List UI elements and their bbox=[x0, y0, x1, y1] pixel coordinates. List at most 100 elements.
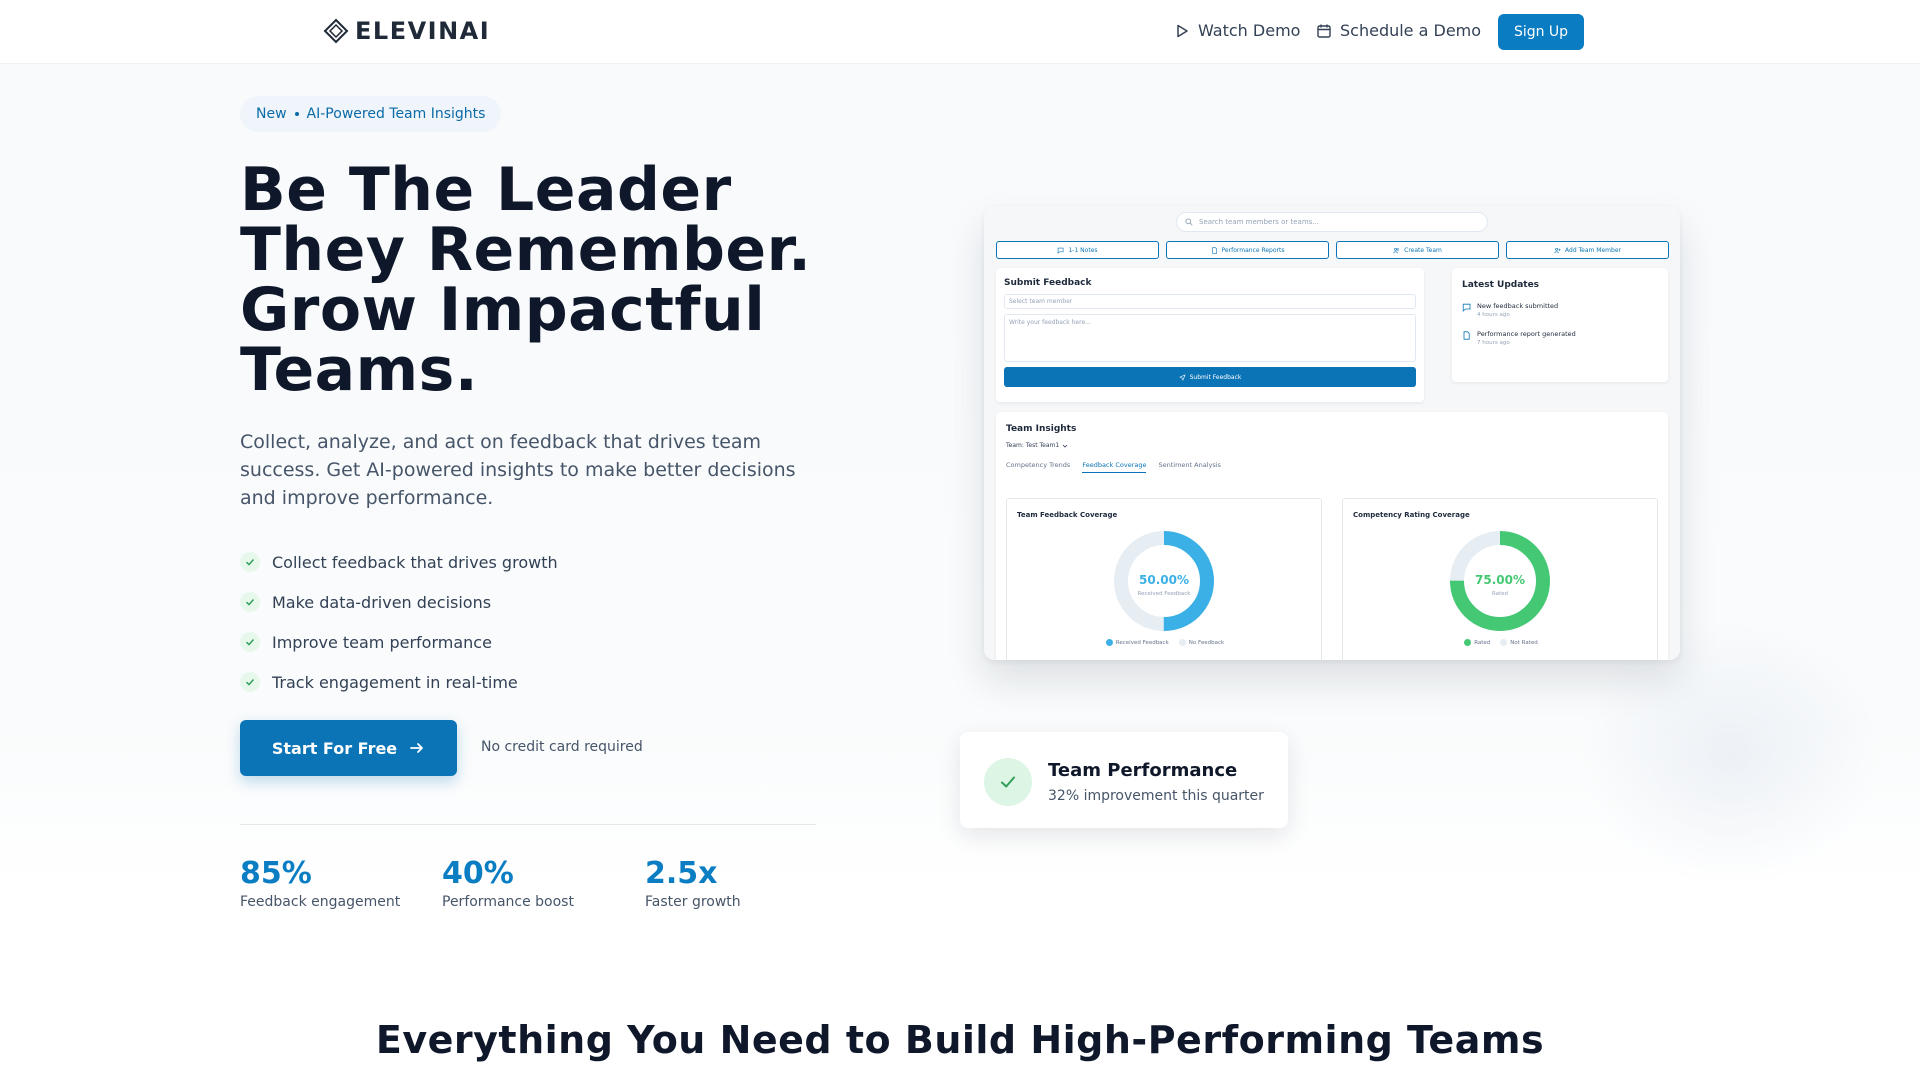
mock-chart-title: Team Feedback Coverage bbox=[1017, 511, 1118, 519]
legend-dot bbox=[1500, 639, 1508, 646]
mock-action-notes: 1-1 Notes bbox=[996, 241, 1159, 259]
feature-text: Collect feedback that drives growth bbox=[272, 552, 558, 572]
check-icon bbox=[240, 552, 260, 572]
mock-action-create-team: Create Team bbox=[1336, 241, 1499, 259]
mock-competency-coverage-chart: Competency Rating Coverage 75.00% Rated … bbox=[1342, 498, 1658, 660]
headline-line: Teams. bbox=[240, 335, 479, 405]
stat-label: Faster growth bbox=[645, 894, 741, 910]
mock-update-item: New feedback submitted 4 hours ago bbox=[1462, 302, 1658, 318]
mock-submit-label: Submit Feedback bbox=[1189, 373, 1242, 381]
mock-tab-active: Feedback Coverage bbox=[1082, 461, 1147, 473]
brand-logo[interactable]: ELEVINAI bbox=[323, 17, 490, 45]
brand-name: ELEVINAI bbox=[355, 17, 491, 45]
legend-item: Rated bbox=[1464, 639, 1490, 646]
features-section-title: Everything You Need to Build High-Perfor… bbox=[375, 1018, 1545, 1062]
legend-dot bbox=[1464, 639, 1472, 646]
legend-label: No Feedback bbox=[1188, 639, 1225, 646]
check-icon bbox=[240, 632, 260, 652]
mock-action-label: Add Team Member bbox=[1565, 246, 1621, 254]
stat-growth: 2.5x Faster growth bbox=[645, 856, 741, 910]
donut-sub-label: Received Feedback bbox=[1137, 591, 1191, 597]
mock-member-select: Select team member bbox=[1004, 294, 1416, 309]
team-performance-subtitle: 32% improvement this quarter bbox=[1048, 788, 1264, 804]
mock-latest-updates-card: Latest Updates New feedback submitted 4 … bbox=[1452, 268, 1668, 382]
sign-up-button[interactable]: Sign Up bbox=[1498, 14, 1584, 50]
mock-tab: Sentiment Analysis bbox=[1158, 461, 1221, 469]
mock-feedback-coverage-chart: Team Feedback Coverage 50.00% Received F… bbox=[1006, 498, 1322, 660]
check-icon bbox=[240, 672, 260, 692]
mock-card-title: Latest Updates bbox=[1462, 280, 1540, 290]
legend-item: No Feedback bbox=[1178, 639, 1225, 646]
stats-divider bbox=[240, 824, 816, 825]
hero-headline: Be The Leader They Remember. Grow Impact… bbox=[240, 160, 860, 400]
mock-search-bar: Search team members or teams... bbox=[1176, 212, 1488, 232]
mock-team-select: Team: Test Team1 bbox=[1006, 442, 1658, 449]
send-icon bbox=[1179, 374, 1186, 380]
mock-action-label: Create Team bbox=[1404, 246, 1442, 254]
mock-action-reports: Performance Reports bbox=[1166, 241, 1329, 259]
mock-team-select-label: Team: Test Team1 bbox=[1006, 442, 1060, 449]
badge-new-label: New bbox=[256, 106, 287, 122]
headline-line: Be The Leader bbox=[240, 155, 732, 225]
mock-submit-button: Submit Feedback bbox=[1004, 367, 1416, 387]
play-icon bbox=[1177, 24, 1188, 37]
stat-label: Performance boost bbox=[442, 894, 574, 910]
team-performance-title: Team Performance bbox=[1048, 760, 1238, 781]
badge-text: AI-Powered Team Insights bbox=[306, 106, 486, 122]
donut-legend: Received Feedback No Feedback bbox=[1007, 639, 1323, 646]
mock-team-insights-card: Team Insights Team: Test Team1 Competenc… bbox=[996, 412, 1668, 660]
check-icon bbox=[984, 758, 1032, 806]
legend-dot bbox=[1105, 639, 1113, 646]
badge-separator-dot bbox=[294, 112, 299, 116]
cta-label: Start For Free bbox=[271, 738, 398, 758]
feature-item: Improve team performance bbox=[240, 622, 558, 662]
stat-value: 40% bbox=[442, 856, 514, 891]
headline-line: Grow Impactful bbox=[240, 275, 766, 345]
schedule-demo-label: Schedule a Demo bbox=[1340, 21, 1482, 40]
feature-item: Track engagement in real-time bbox=[240, 662, 558, 702]
mock-action-add-member: Add Team Member bbox=[1506, 241, 1669, 259]
legend-label: Rated bbox=[1474, 639, 1491, 646]
mock-search-placeholder: Search team members or teams... bbox=[1199, 218, 1319, 226]
user-plus-icon bbox=[1554, 247, 1561, 253]
start-for-free-button[interactable]: Start For Free bbox=[240, 720, 457, 776]
legend-item: Received Feedback bbox=[1105, 639, 1169, 646]
message-icon bbox=[1058, 247, 1064, 254]
feature-list: Collect feedback that drives growth Make… bbox=[240, 542, 558, 702]
users-icon bbox=[1393, 247, 1400, 253]
chevron-down-icon bbox=[1062, 444, 1068, 448]
file-icon bbox=[1463, 331, 1470, 340]
donut-value-label: 50.00% bbox=[1139, 573, 1189, 587]
stat-performance: 40% Performance boost bbox=[442, 856, 574, 910]
mock-submit-feedback-card: Submit Feedback Select team member Write… bbox=[996, 268, 1424, 402]
watch-demo-link[interactable]: Watch Demo bbox=[1174, 21, 1300, 40]
top-nav: ELEVINAI Watch Demo Schedule a Demo Sign… bbox=[0, 0, 1920, 64]
mock-card-title: Team Insights bbox=[1006, 424, 1077, 434]
diamond-logo-icon bbox=[323, 18, 349, 44]
donut-value-label: 75.00% bbox=[1475, 573, 1525, 587]
feature-item: Make data-driven decisions bbox=[240, 582, 558, 622]
stat-value: 2.5x bbox=[645, 856, 718, 891]
search-icon bbox=[1185, 218, 1193, 226]
mock-update-title: Performance report generated bbox=[1477, 330, 1576, 338]
mock-action-label: Performance Reports bbox=[1221, 246, 1285, 254]
stat-label: Feedback engagement bbox=[240, 894, 401, 910]
schedule-demo-link[interactable]: Schedule a Demo bbox=[1316, 21, 1481, 40]
watch-demo-label: Watch Demo bbox=[1198, 21, 1301, 40]
headline-line: They Remember. bbox=[240, 215, 812, 285]
no-credit-card-note: No credit card required bbox=[481, 739, 643, 755]
legend-label: Received Feedback bbox=[1115, 639, 1169, 646]
mock-action-label: 1-1 Notes bbox=[1068, 246, 1098, 254]
legend-item: Not Rated bbox=[1500, 639, 1538, 646]
message-icon bbox=[1462, 303, 1471, 312]
mock-action-bar: 1-1 Notes Performance Reports Create Tea… bbox=[996, 241, 1669, 259]
stat-engagement: 85% Feedback engagement bbox=[240, 856, 400, 910]
donut-sub-label: Rated bbox=[1491, 591, 1509, 597]
donut-legend: Rated Not Rated bbox=[1343, 639, 1659, 646]
hero-subtext: Collect, analyze, and act on feedback th… bbox=[240, 431, 796, 509]
new-feature-badge: New AI-Powered Team Insights bbox=[240, 96, 502, 132]
file-icon bbox=[1211, 246, 1217, 254]
mock-update-time: 4 hours ago bbox=[1477, 312, 1510, 318]
mock-update-item: Performance report generated 7 hours ago bbox=[1462, 330, 1658, 346]
team-performance-card: Team Performance 32% improvement this qu… bbox=[960, 732, 1288, 828]
